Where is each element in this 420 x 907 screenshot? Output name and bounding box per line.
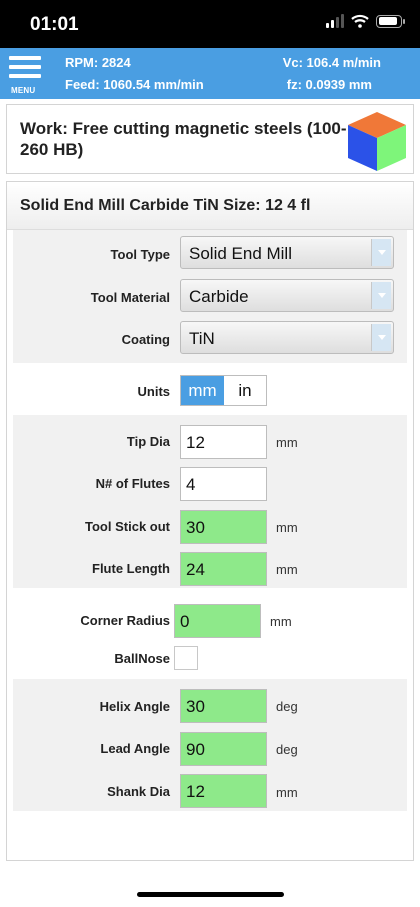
status-bar: 01:01 bbox=[0, 0, 420, 48]
helix-angle-value: 30 bbox=[186, 697, 205, 716]
status-time: 01:01 bbox=[30, 14, 79, 35]
lead-angle-input[interactable]: 90 bbox=[180, 732, 267, 766]
units-label: Units bbox=[137, 384, 171, 399]
tool-material-label: Tool Material bbox=[90, 290, 170, 305]
home-indicator[interactable] bbox=[137, 892, 284, 897]
tool-panel: Solid End Mill Carbide TiN Size: 12 4 fl… bbox=[6, 181, 414, 861]
menu-label: MENU bbox=[11, 86, 36, 95]
helix-angle-unit: deg bbox=[276, 699, 298, 714]
ballnose-label: BallNose bbox=[114, 651, 170, 666]
flutes-value: 4 bbox=[186, 475, 196, 494]
menu-button[interactable]: MENU bbox=[7, 54, 43, 95]
tool-type-select[interactable]: Solid End Mill bbox=[180, 236, 394, 269]
stick-out-unit: mm bbox=[276, 520, 298, 535]
cube-icon bbox=[348, 112, 406, 171]
chevron-down-icon bbox=[371, 239, 391, 266]
cellular-signal-icon bbox=[326, 14, 344, 28]
coating-value: TiN bbox=[189, 329, 215, 348]
work-material-card[interactable]: Work: Free cutting magnetic steels (100-… bbox=[6, 104, 414, 174]
work-material-title: Work: Free cutting magnetic steels (100-… bbox=[20, 119, 347, 159]
corner-radius-label: Corner Radius bbox=[80, 613, 170, 628]
battery-icon bbox=[376, 14, 405, 28]
tool-selection-group: Tool Type Solid End Mill Tool Material C… bbox=[13, 230, 407, 363]
shank-dia-label: Shank Dia bbox=[107, 784, 170, 799]
corner-radius-input[interactable]: 0 bbox=[174, 604, 261, 638]
tip-dia-value: 12 bbox=[186, 433, 205, 452]
units-option-mm[interactable]: mm bbox=[181, 376, 224, 405]
status-icons bbox=[326, 14, 405, 28]
tool-material-value: Carbide bbox=[189, 287, 249, 306]
shank-dia-value: 12 bbox=[186, 782, 205, 801]
tool-type-label: Tool Type bbox=[110, 247, 170, 262]
lead-angle-value: 90 bbox=[186, 740, 205, 759]
flute-length-input[interactable]: 24 bbox=[180, 552, 267, 586]
dimensions-group: Tip Dia 12 mm N# of Flutes 4 Tool Stick … bbox=[13, 415, 407, 588]
corner-radius-unit: mm bbox=[270, 614, 292, 629]
tip-dia-label: Tip Dia bbox=[126, 434, 170, 449]
chevron-down-icon bbox=[371, 282, 391, 309]
chevron-down-icon bbox=[371, 324, 391, 351]
tool-material-select[interactable]: Carbide bbox=[180, 279, 394, 312]
tool-type-value: Solid End Mill bbox=[189, 244, 292, 263]
coating-label: Coating bbox=[121, 332, 170, 347]
stick-out-value: 30 bbox=[186, 518, 205, 537]
units-option-in[interactable]: in bbox=[224, 376, 266, 405]
rpm-readout: RPM: 2824 bbox=[65, 55, 131, 70]
coating-select[interactable]: TiN bbox=[180, 321, 394, 354]
tip-dia-unit: mm bbox=[276, 435, 298, 450]
tool-panel-header: Solid End Mill Carbide TiN Size: 12 4 fl bbox=[7, 182, 413, 230]
home-bar bbox=[0, 862, 420, 907]
lead-angle-unit: deg bbox=[276, 742, 298, 757]
shank-dia-unit: mm bbox=[276, 785, 298, 800]
flutes-input[interactable]: 4 bbox=[180, 467, 267, 501]
stick-out-label: Tool Stick out bbox=[85, 519, 170, 534]
fz-readout: fz: 0.0939 mm bbox=[286, 77, 372, 92]
top-bar: MENU RPM: 2824 Vc: 106.4 m/min Feed: 106… bbox=[0, 48, 420, 99]
flutes-label: N# of Flutes bbox=[95, 476, 170, 491]
feed-readout: Feed: 1060.54 mm/min bbox=[65, 77, 204, 92]
wifi-icon bbox=[351, 14, 369, 28]
shank-dia-input[interactable]: 12 bbox=[180, 774, 267, 808]
tool-summary-title: Solid End Mill Carbide TiN Size: 12 4 fl bbox=[20, 197, 311, 214]
tip-dia-input[interactable]: 12 bbox=[180, 425, 267, 459]
hamburger-icon bbox=[9, 56, 41, 60]
helix-angle-label: Helix Angle bbox=[99, 699, 170, 714]
flute-length-label: Flute Length bbox=[92, 561, 170, 576]
flute-length-value: 24 bbox=[186, 560, 205, 579]
units-toggle[interactable]: mm in bbox=[180, 375, 267, 406]
lead-angle-label: Lead Angle bbox=[100, 741, 170, 756]
flute-length-unit: mm bbox=[276, 562, 298, 577]
ballnose-checkbox[interactable] bbox=[174, 646, 198, 670]
vc-readout: Vc: 106.4 m/min bbox=[282, 55, 381, 70]
helix-angle-input[interactable]: 30 bbox=[180, 689, 267, 723]
angles-group: Helix Angle 30 deg Lead Angle 90 deg Sha… bbox=[13, 679, 407, 811]
corner-radius-value: 0 bbox=[180, 612, 190, 631]
stick-out-input[interactable]: 30 bbox=[180, 510, 267, 544]
